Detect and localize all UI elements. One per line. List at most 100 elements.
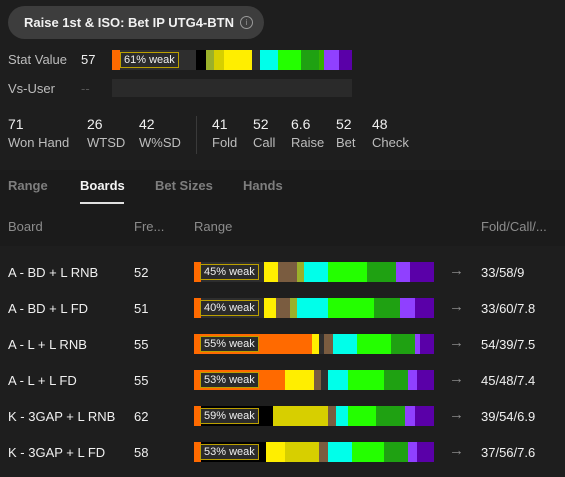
range-bar-segment: [265, 442, 286, 462]
range-bar-segment: [318, 442, 329, 462]
range-bar-segment: [275, 298, 290, 318]
arrow-right-icon: →: [449, 442, 464, 459]
fold-call-raise-values: 33/58/9: [481, 265, 525, 280]
stat-label: Won Hand: [8, 135, 70, 150]
range-bar-segment: [390, 334, 415, 354]
column-header-range[interactable]: Range: [194, 219, 232, 234]
stat-label: W%SD: [139, 135, 181, 150]
board-range-bar[interactable]: 40% weak: [194, 298, 434, 318]
stat-wtsd: 26 WTSD: [87, 116, 125, 150]
stat-number: 6.6: [291, 116, 311, 132]
arrow-right-icon: →: [449, 334, 464, 351]
board-frequency: 55: [134, 373, 149, 388]
range-bar-segment: [357, 334, 391, 354]
fold-call-raise-values: 33/60/7.8: [481, 301, 536, 316]
tab-hands[interactable]: Hands: [243, 178, 283, 193]
range-bar-segment: [405, 406, 415, 426]
stat-number: 41: [212, 116, 228, 132]
arrow-right-icon: →: [449, 262, 464, 279]
board-name: A - BD + L RNB: [8, 265, 99, 280]
range-bar-segment: [414, 298, 434, 318]
range-bar-segment: [376, 406, 406, 426]
range-bar-segment: [206, 50, 215, 70]
range-bar-segment: [417, 442, 434, 462]
stat-wsd: 42 W%SD: [139, 116, 181, 150]
range-bar-segment: [400, 298, 415, 318]
stat-label: Raise: [291, 135, 325, 150]
range-bar-segment: [313, 370, 322, 390]
range-bar-segment: [263, 298, 276, 318]
stat-label: Fold: [212, 135, 238, 150]
range-bar-segment: [328, 370, 348, 390]
arrow-right-icon: →: [449, 370, 464, 387]
range-bar-segment: [297, 298, 329, 318]
tab-boards[interactable]: Boards: [80, 178, 125, 193]
stat-fold: 41 Fold: [212, 116, 237, 150]
range-bar-segment: [196, 50, 207, 70]
range-bar-segment: [323, 334, 334, 354]
weak-percent-label: 53% weak: [200, 444, 259, 460]
range-bar-segment: [273, 406, 329, 426]
stat-number: 26: [87, 116, 103, 132]
range-bar-segment: [352, 442, 384, 462]
board-frequency: 58: [134, 445, 149, 460]
range-bar-segment: [409, 262, 434, 282]
column-header-board[interactable]: Board: [8, 219, 43, 234]
table-row[interactable]: A - BD + L FD 51 40% weak → 33/60/7.8: [0, 291, 565, 327]
range-bar-segment: [333, 334, 358, 354]
board-range-bar[interactable]: 55% weak: [194, 334, 434, 354]
fold-call-raise-values: 54/39/7.5: [481, 337, 536, 352]
stats-panel: 71 Won Hand 26 WTSD 42 W%SD 41 Fold 52 C…: [0, 116, 565, 156]
range-bar-segment: [383, 442, 408, 462]
range-bar-segment: [417, 370, 434, 390]
range-bar-segment: [277, 50, 301, 70]
stat-label: Call: [253, 135, 276, 150]
stat-check: 48 Check: [372, 116, 409, 150]
weak-percent-label: 55% weak: [200, 336, 259, 352]
info-icon[interactable]: i: [239, 16, 253, 29]
range-bar-segment: [323, 50, 340, 70]
vs-user-value: --: [81, 81, 90, 96]
stat-raise: 6.6 Raise: [291, 116, 324, 150]
board-range-bar[interactable]: 45% weak: [194, 262, 434, 282]
range-bar-segment: [328, 406, 336, 426]
range-bar-segment: [289, 298, 298, 318]
tab-bet-sizes[interactable]: Bet Sizes: [155, 178, 213, 193]
column-header-fold-call[interactable]: Fold/Call/...: [481, 219, 547, 234]
table-header: Board Fre... Range Fold/Call/...: [0, 204, 565, 246]
fold-call-raise-values: 37/56/7.6: [481, 445, 536, 460]
range-bar-segment: [373, 298, 401, 318]
range-bar-segment: [252, 50, 261, 70]
range-bar-segment: [277, 262, 298, 282]
range-bar-segment: [260, 50, 278, 70]
range-bar-segment: [347, 370, 384, 390]
board-frequency: 51: [134, 301, 149, 316]
fold-call-raise-values: 39/54/6.9: [481, 409, 536, 424]
range-bar-segment: [112, 50, 120, 70]
arrow-right-icon: →: [449, 406, 464, 423]
table-row[interactable]: A - L + L FD 55 53% weak → 45/48/7.4: [0, 363, 565, 399]
stat-call: 52 Call: [253, 116, 275, 150]
table-row[interactable]: K - 3GAP + L FD 58 53% weak → 37/56/7.6: [0, 435, 565, 471]
range-bar-segment: [395, 262, 410, 282]
table-row[interactable]: A - L + L RNB 55 55% weak → 54/39/7.5: [0, 327, 565, 363]
stat-value-range-bar[interactable]: 61% weak: [112, 50, 352, 70]
tab-range[interactable]: Range: [8, 178, 48, 193]
column-header-frequency[interactable]: Fre...: [134, 219, 164, 234]
range-bar-segment: [214, 50, 225, 70]
tab-bar: Range Boards Bet Sizes Hands: [0, 170, 565, 204]
board-range-bar[interactable]: 53% weak: [194, 370, 434, 390]
range-bar-segment: [263, 262, 278, 282]
table-row[interactable]: A - BD + L RNB 52 45% weak → 33/58/9: [0, 255, 565, 291]
board-range-bar[interactable]: 59% weak: [194, 406, 434, 426]
range-bar-segment: [347, 406, 377, 426]
range-bar-segment: [328, 442, 353, 462]
range-bar-segment: [285, 370, 314, 390]
range-bar-segment: [328, 298, 374, 318]
weak-percent-label: 53% weak: [200, 372, 259, 388]
spot-title-pill[interactable]: Raise 1st & ISO: Bet IP UTG4-BTN i: [8, 6, 264, 39]
board-range-bar[interactable]: 53% weak: [194, 442, 434, 462]
board-frequency: 55: [134, 337, 149, 352]
table-row[interactable]: K - 3GAP + L RNB 62 59% weak → 39/54/6.9: [0, 399, 565, 435]
spot-title: Raise 1st & ISO: Bet IP UTG4-BTN: [24, 15, 234, 30]
